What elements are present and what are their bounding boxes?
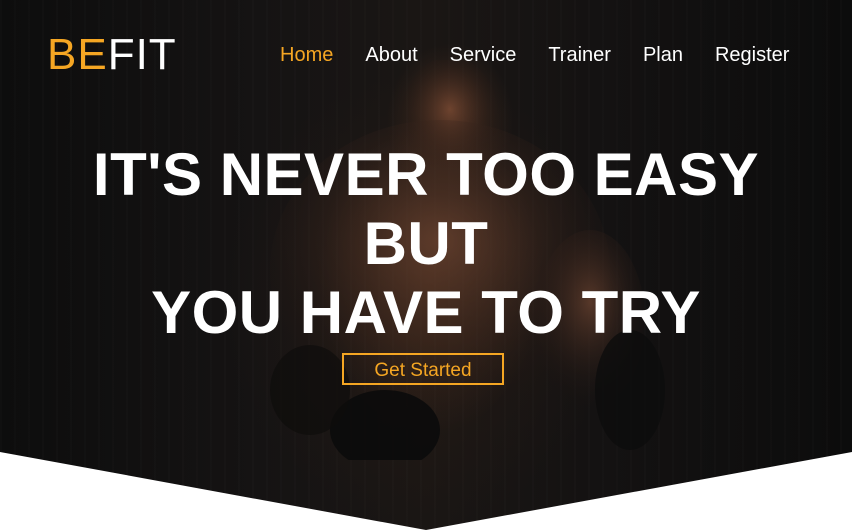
hero-headline: IT'S NEVER TOO EASY BUT YOU HAVE TO TRY (0, 140, 852, 347)
headline-line-3: YOU HAVE TO TRY (151, 279, 701, 346)
brand-logo-accent: BE (47, 30, 108, 79)
nav-item-home[interactable]: Home (280, 42, 333, 68)
get-started-button[interactable]: Get Started (342, 353, 504, 385)
main-nav: Home About Service Trainer Plan Register (280, 42, 789, 68)
headline-line-2: BUT (363, 210, 489, 277)
nav-item-trainer[interactable]: Trainer (548, 42, 611, 68)
nav-item-service[interactable]: Service (450, 42, 517, 68)
nav-item-plan[interactable]: Plan (643, 42, 683, 68)
nav-item-about[interactable]: About (365, 42, 417, 68)
headline-line-1: IT'S NEVER TOO EASY (92, 141, 760, 208)
brand-logo[interactable]: BEFIT (47, 30, 177, 80)
brand-logo-rest: FIT (107, 30, 177, 79)
hero-section: BEFIT Home About Service Trainer Plan Re… (0, 0, 852, 530)
nav-item-register[interactable]: Register (715, 42, 789, 68)
